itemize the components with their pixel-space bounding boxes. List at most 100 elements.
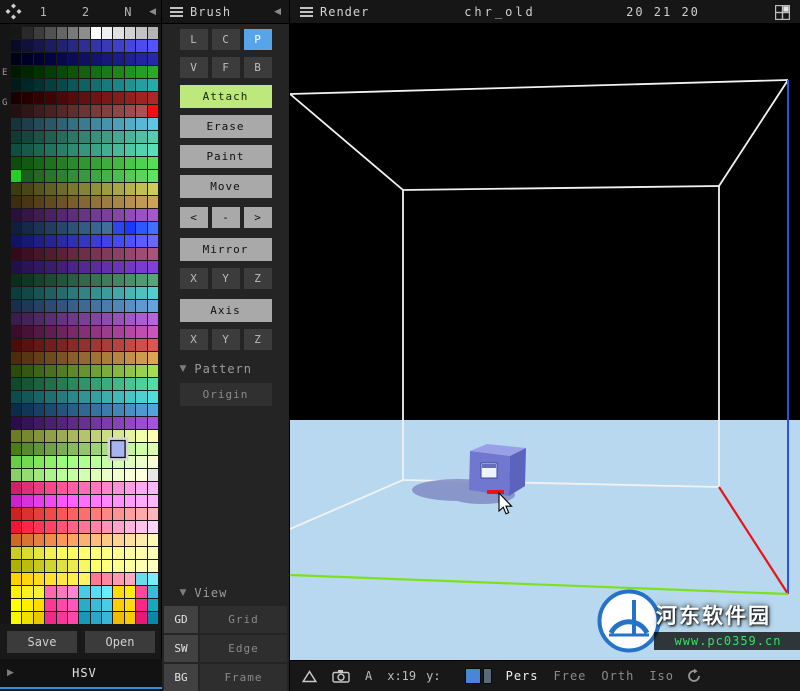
palette-swatch[interactable] xyxy=(11,586,21,598)
palette-swatch[interactable] xyxy=(34,261,44,273)
palette-swatch[interactable] xyxy=(22,222,32,234)
palette-swatch[interactable] xyxy=(102,261,112,273)
palette-swatch[interactable] xyxy=(136,157,146,169)
palette-swatch[interactable] xyxy=(125,222,135,234)
palette-swatch[interactable] xyxy=(22,573,32,585)
palette-swatch[interactable] xyxy=(68,326,78,338)
palette-swatch[interactable] xyxy=(102,235,112,247)
palette-swatch[interactable] xyxy=(79,404,89,416)
palette-swatch[interactable] xyxy=(91,235,101,247)
palette-swatch[interactable] xyxy=(57,274,67,286)
palette-swatch[interactable] xyxy=(45,534,55,546)
palette-swatch[interactable] xyxy=(113,287,123,299)
palette-swatch[interactable] xyxy=(136,40,146,52)
palette-swatch[interactable] xyxy=(91,300,101,312)
palette-swatch[interactable] xyxy=(68,118,78,130)
palette-swatch[interactable] xyxy=(79,274,89,286)
palette-swatch[interactable] xyxy=(68,482,78,494)
palette-swatch[interactable] xyxy=(113,27,123,39)
palette-swatch[interactable] xyxy=(57,443,67,455)
palette-swatch[interactable] xyxy=(22,196,32,208)
palette-swatch[interactable] xyxy=(22,508,32,520)
palette-swatch[interactable] xyxy=(68,157,78,169)
palette-swatch[interactable] xyxy=(91,40,101,52)
palette-swatch[interactable] xyxy=(34,339,44,351)
palette-swatch[interactable] xyxy=(136,235,146,247)
palette-swatch[interactable] xyxy=(148,508,158,520)
palette-swatch[interactable] xyxy=(113,313,123,325)
palette-swatch[interactable] xyxy=(125,391,135,403)
palette-swatch[interactable] xyxy=(45,274,55,286)
palette-swatch[interactable] xyxy=(102,560,112,572)
palette-swatch[interactable] xyxy=(136,131,146,143)
palette-swatch[interactable] xyxy=(11,183,21,195)
palette-swatch[interactable] xyxy=(34,521,44,533)
palette-swatch[interactable] xyxy=(22,53,32,65)
palette-swatch[interactable] xyxy=(34,53,44,65)
palette-swatch[interactable] xyxy=(22,131,32,143)
palette-swatch[interactable] xyxy=(57,183,67,195)
palette-swatch[interactable] xyxy=(148,131,158,143)
palette-swatch[interactable] xyxy=(45,378,55,390)
palette-swatch[interactable] xyxy=(79,27,89,39)
palette-swatch[interactable] xyxy=(34,469,44,481)
palette-swatch[interactable] xyxy=(22,157,32,169)
palette-swatch[interactable] xyxy=(113,300,123,312)
pattern-section-header[interactable]: ▼ Pattern xyxy=(180,362,272,376)
palette-swatch[interactable] xyxy=(45,40,55,52)
palette-swatch[interactable] xyxy=(79,183,89,195)
palette-swatch[interactable] xyxy=(22,287,32,299)
palette-swatch[interactable] xyxy=(125,287,135,299)
palette-swatch[interactable] xyxy=(79,92,89,104)
palette-swatch[interactable] xyxy=(68,27,78,39)
palette-swatch[interactable] xyxy=(11,105,21,117)
palette-swatch[interactable] xyxy=(113,378,123,390)
palette-swatch[interactable] xyxy=(22,79,32,91)
palette-swatch[interactable] xyxy=(68,261,78,273)
palette-swatch[interactable] xyxy=(148,365,158,377)
palette-swatch[interactable] xyxy=(57,131,67,143)
palette-swatch[interactable] xyxy=(113,79,123,91)
palette-swatch[interactable] xyxy=(11,443,21,455)
palette-swatch[interactable] xyxy=(102,378,112,390)
palette-swatch[interactable] xyxy=(125,417,135,429)
palette-swatch[interactable] xyxy=(125,404,135,416)
palette-swatch[interactable] xyxy=(11,274,21,286)
mode-pattern-button[interactable]: P xyxy=(244,29,272,50)
palette-swatch[interactable] xyxy=(34,378,44,390)
palette-swatch[interactable] xyxy=(22,352,32,364)
palette-swatch[interactable] xyxy=(136,365,146,377)
palette-swatch[interactable] xyxy=(91,430,101,442)
palette-swatch[interactable] xyxy=(136,430,146,442)
palette-swatch[interactable] xyxy=(45,53,55,65)
palette-swatch[interactable] xyxy=(79,534,89,546)
palette-swatch[interactable] xyxy=(79,105,89,117)
palette-swatch[interactable] xyxy=(34,391,44,403)
palette-swatch[interactable] xyxy=(79,417,89,429)
expand-hsv-icon[interactable]: ▶ xyxy=(7,668,14,678)
palette-swatch[interactable] xyxy=(125,534,135,546)
palette-swatch[interactable] xyxy=(11,547,21,559)
palette-swatch[interactable] xyxy=(22,235,32,247)
palette-swatch[interactable] xyxy=(102,274,112,286)
palette-swatch[interactable] xyxy=(79,66,89,78)
palette-swatch[interactable] xyxy=(11,313,21,325)
palette-swatch[interactable] xyxy=(79,469,89,481)
3d-scene[interactable] xyxy=(290,24,800,660)
palette-swatch[interactable] xyxy=(45,105,55,117)
move-button[interactable]: Move xyxy=(180,175,272,198)
palette-swatch[interactable] xyxy=(125,612,135,624)
palette-swatch[interactable] xyxy=(148,352,158,364)
palette-swatch[interactable] xyxy=(91,547,101,559)
palette-swatch[interactable] xyxy=(34,157,44,169)
palette-swatch[interactable] xyxy=(68,105,78,117)
palette-swatch[interactable] xyxy=(45,196,55,208)
palette-swatch[interactable] xyxy=(113,209,123,221)
palette-swatch[interactable] xyxy=(136,456,146,468)
palette-swatch[interactable] xyxy=(11,287,21,299)
palette-swatch[interactable] xyxy=(113,196,123,208)
palette-swatch[interactable] xyxy=(22,300,32,312)
palette-swatch[interactable] xyxy=(148,339,158,351)
palette-swatch[interactable] xyxy=(22,144,32,156)
palette-swatch[interactable] xyxy=(68,79,78,91)
